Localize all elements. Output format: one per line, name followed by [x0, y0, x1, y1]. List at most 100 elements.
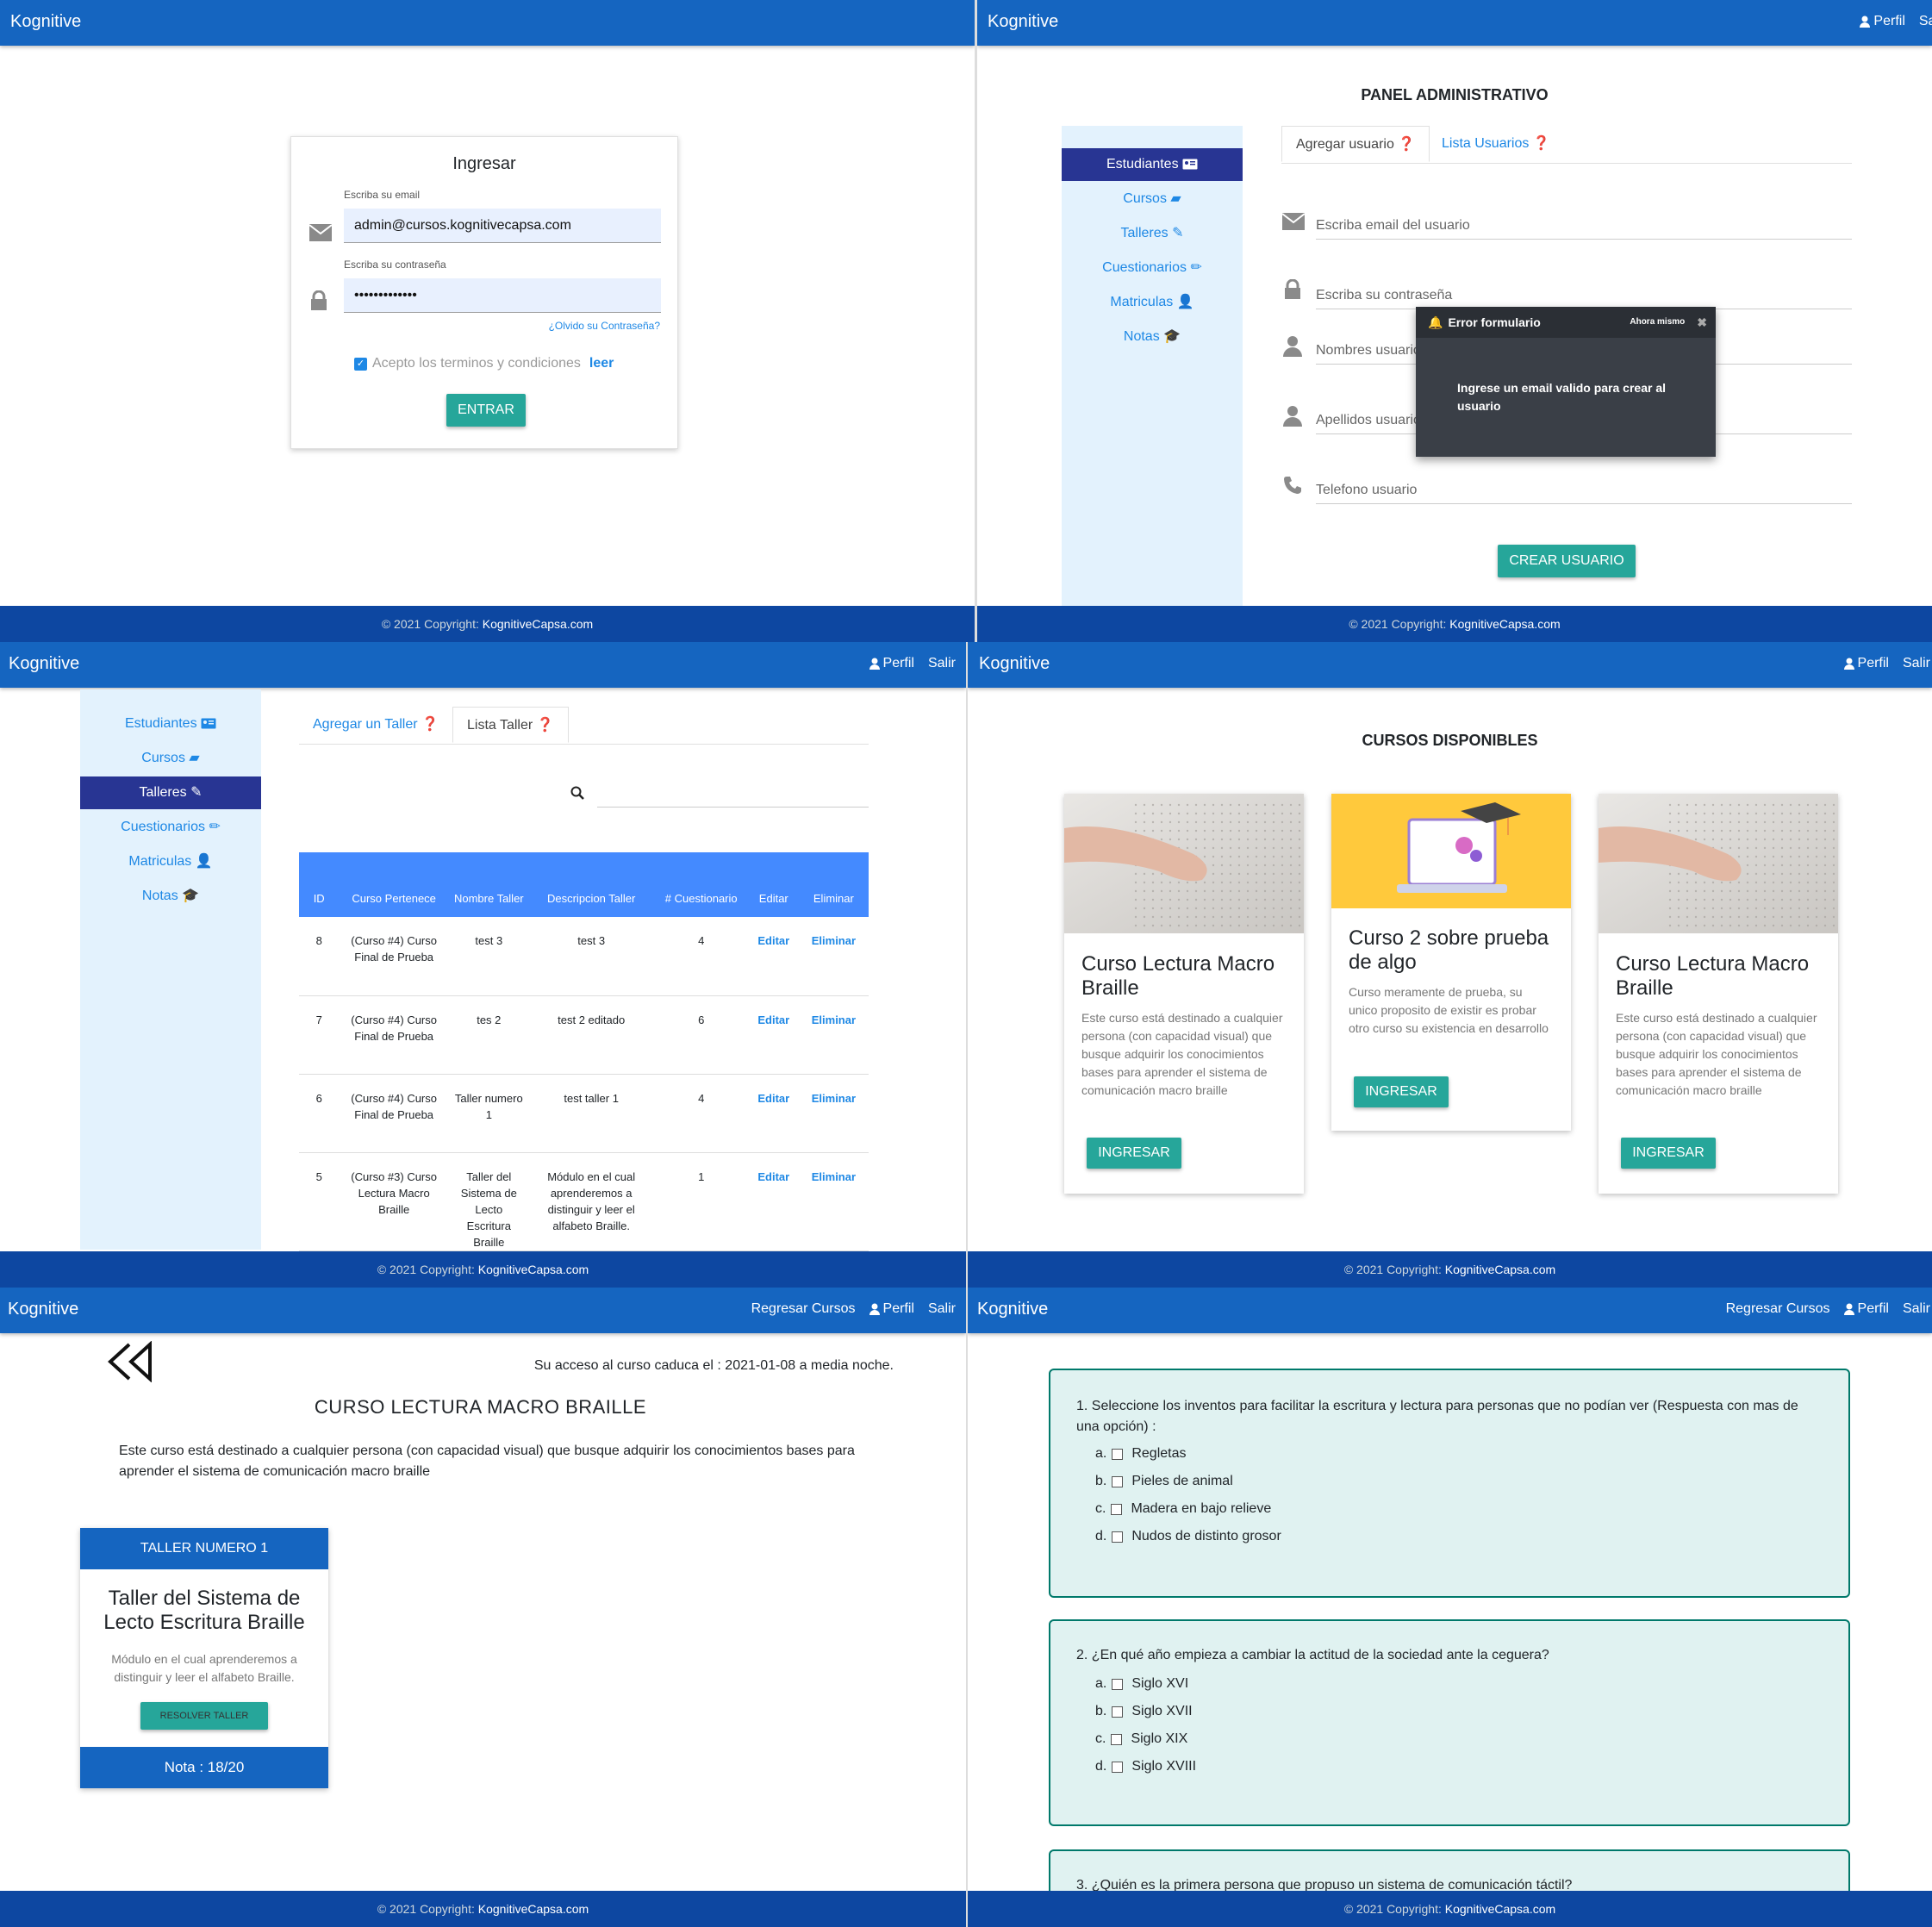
option-checkbox[interactable]	[1112, 1531, 1124, 1543]
footer-link[interactable]: KognitiveCapsa.com	[1445, 1902, 1555, 1916]
answer-option[interactable]: c. Siglo XIX	[1095, 1731, 1187, 1747]
option-checkbox[interactable]	[1111, 1503, 1123, 1515]
option-checkbox[interactable]	[1112, 1475, 1124, 1487]
navbar: Kognitive	[0, 0, 975, 46]
user-plus-icon: 👤	[195, 854, 213, 869]
email-label: Escriba su email	[344, 189, 421, 201]
nav-profile[interactable]: Perfil	[1860, 14, 1905, 29]
user-email-input[interactable]: Escriba email del usuario	[1316, 209, 1852, 240]
footer-link[interactable]: KognitiveCapsa.com	[483, 617, 593, 631]
sidebar-item-matriculas[interactable]: Matriculas 👤	[1062, 286, 1243, 319]
nav-profile[interactable]: Perfil	[869, 1301, 914, 1317]
delete-link[interactable]: Eliminar	[812, 1092, 856, 1105]
nav-profile[interactable]: Perfil	[1843, 656, 1889, 671]
answer-option[interactable]: b. Siglo XVII	[1095, 1704, 1193, 1719]
answer-option[interactable]: a. Regletas	[1095, 1446, 1187, 1462]
password-input[interactable]	[344, 278, 661, 313]
sidebar-item-matriculas[interactable]: Matriculas 👤	[80, 845, 261, 878]
user-phone-input[interactable]: Telefono usuario	[1316, 473, 1852, 504]
edit-link[interactable]: Editar	[757, 1170, 789, 1183]
taller-description: Módulo en el cual aprenderemos a disting…	[111, 1652, 297, 1684]
delete-link[interactable]: Eliminar	[812, 1170, 856, 1183]
forgot-password-link[interactable]: ¿Olvido su Contraseña?	[549, 320, 660, 332]
delete-link[interactable]: Eliminar	[812, 934, 856, 947]
tab-taller-list[interactable]: Lista Taller ❓	[452, 707, 569, 743]
email-input[interactable]	[344, 209, 661, 243]
answer-option[interactable]: b. Pieles de animal	[1095, 1474, 1233, 1489]
terms-checkbox[interactable]: ✓	[354, 357, 367, 371]
option-checkbox[interactable]	[1111, 1733, 1123, 1745]
nav-logout[interactable]: Salir	[1903, 1301, 1930, 1317]
brand-logo[interactable]: Kognitive	[979, 654, 1050, 674]
tab-add-user[interactable]: Agregar usuario ❓	[1281, 126, 1430, 162]
nav-logout[interactable]: Sal	[1919, 14, 1932, 29]
sidebar-item-estudiantes[interactable]: Estudiantes	[1062, 148, 1243, 181]
tab-user-list[interactable]: Lista Usuarios ❓	[1428, 126, 1564, 162]
footer-link[interactable]: KognitiveCapsa.com	[1449, 617, 1560, 631]
nav-logout[interactable]: Salir	[928, 1301, 956, 1317]
enter-course-button[interactable]: INGRESAR	[1621, 1138, 1716, 1169]
login-button[interactable]: ENTRAR	[446, 394, 526, 427]
user-icon	[1283, 406, 1302, 427]
brand-logo[interactable]: Kognitive	[10, 12, 81, 32]
search-input[interactable]	[597, 780, 869, 808]
col-cuestionario: # Cuestionario	[653, 852, 749, 917]
option-checkbox[interactable]	[1112, 1761, 1124, 1773]
edit-link[interactable]: Editar	[757, 1013, 789, 1026]
user-icon	[869, 1303, 880, 1315]
create-user-button[interactable]: CREAR USUARIO	[1498, 545, 1636, 577]
sidebar-item-cursos[interactable]: Cursos ▰	[1062, 183, 1243, 215]
footer-link[interactable]: KognitiveCapsa.com	[1445, 1263, 1555, 1276]
footer-link[interactable]: KognitiveCapsa.com	[478, 1263, 589, 1276]
taller-tabs: Agregar un Taller ❓ Lista Taller ❓	[299, 707, 869, 745]
terms-read-link[interactable]: leer	[589, 356, 614, 371]
sidebar-item-notas[interactable]: Notas 🎓	[80, 880, 261, 913]
sidebar-item-talleres[interactable]: Talleres ✎	[80, 776, 261, 809]
enter-course-button[interactable]: INGRESAR	[1087, 1138, 1181, 1169]
nav-logout[interactable]: Salir	[928, 656, 956, 671]
enter-course-button[interactable]: INGRESAR	[1354, 1076, 1449, 1107]
user-password-input[interactable]: Escriba su contraseña	[1316, 278, 1852, 309]
login-screen: Kognitive Ingresar Escriba su email Escr…	[0, 0, 975, 642]
nav-profile[interactable]: Perfil	[869, 656, 914, 671]
close-icon[interactable]: ✖	[1697, 307, 1707, 338]
sidebar-item-cuestionarios[interactable]: Cuestionarios ✏	[1062, 252, 1243, 284]
nav-back-courses[interactable]: Regresar Cursos	[751, 1301, 856, 1317]
double-chevron-back-icon[interactable]	[107, 1341, 155, 1382]
brand-logo[interactable]: Kognitive	[977, 1300, 1048, 1319]
taller-title: Taller del Sistema de Lecto Escritura Br…	[103, 1587, 305, 1634]
graduation-cap-icon: 🎓	[182, 889, 200, 903]
brand-logo[interactable]: Kognitive	[8, 1300, 78, 1319]
brand-logo[interactable]: Kognitive	[9, 654, 79, 674]
brand-logo[interactable]: Kognitive	[988, 12, 1058, 32]
sidebar-item-cuestionarios[interactable]: Cuestionarios ✏	[80, 811, 261, 844]
answer-option[interactable]: d. Siglo XVIII	[1095, 1759, 1196, 1774]
nav-logout[interactable]: Salir	[1903, 656, 1930, 671]
tab-add-taller[interactable]: Agregar un Taller ❓	[299, 707, 452, 743]
col-id: ID	[299, 852, 340, 917]
option-checkbox[interactable]	[1112, 1678, 1124, 1690]
solve-taller-button[interactable]: RESOLVER TALLER	[140, 1702, 268, 1730]
edit-icon: ✎	[1172, 226, 1184, 240]
sidebar-item-talleres[interactable]: Talleres ✎	[1062, 217, 1243, 250]
answer-option[interactable]: c. Madera en bajo relieve	[1095, 1501, 1271, 1517]
sidebar-item-notas[interactable]: Notas 🎓	[1062, 321, 1243, 353]
option-checkbox[interactable]	[1112, 1448, 1124, 1460]
id-card-icon	[1182, 159, 1198, 170]
answer-option[interactable]: a. Siglo XVI	[1095, 1676, 1188, 1692]
delete-link[interactable]: Eliminar	[812, 1013, 856, 1026]
question-icon: ❓	[536, 718, 554, 733]
nav-profile[interactable]: Perfil	[1843, 1301, 1889, 1317]
edit-link[interactable]: Editar	[757, 1092, 789, 1105]
col-descripcion: Descripcion Taller	[528, 852, 654, 917]
footer-link[interactable]: KognitiveCapsa.com	[478, 1902, 589, 1916]
sidebar-item-cursos[interactable]: Cursos ▰	[80, 742, 261, 775]
edit-link[interactable]: Editar	[757, 934, 789, 947]
nav-back-courses[interactable]: Regresar Cursos	[1726, 1301, 1830, 1317]
email-icon	[308, 224, 333, 241]
sidebar-item-estudiantes[interactable]: Estudiantes	[80, 708, 261, 740]
question-icon: ❓	[421, 717, 439, 732]
option-checkbox[interactable]	[1112, 1706, 1124, 1718]
answer-option[interactable]: d. Nudos de distinto grosor	[1095, 1529, 1281, 1544]
taller-grade: Nota : 18/20	[80, 1747, 328, 1788]
